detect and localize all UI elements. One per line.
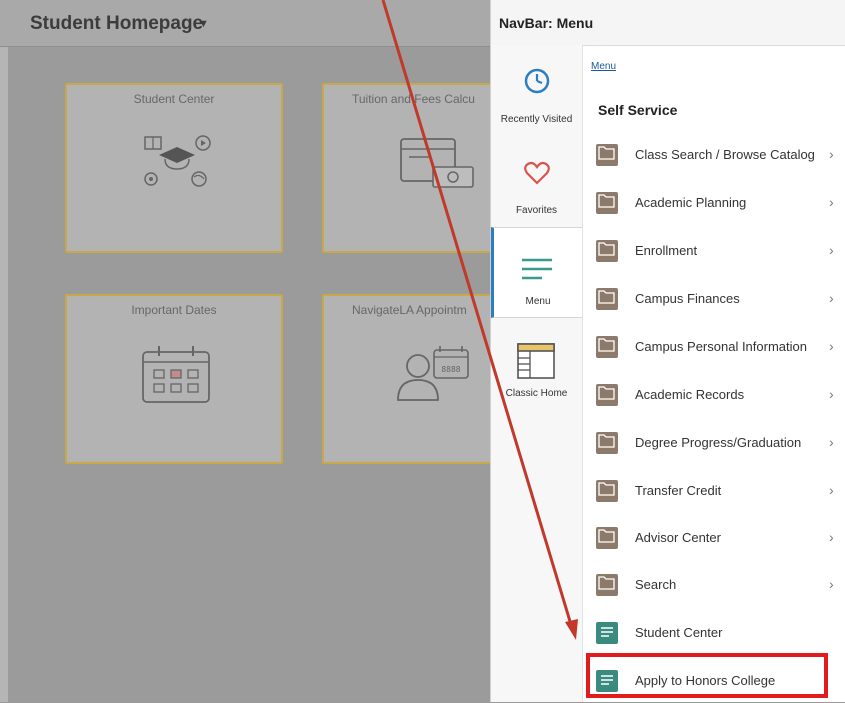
menu-item-label: Student Center bbox=[635, 625, 723, 640]
tuition-calculator-icon bbox=[400, 138, 474, 188]
svg-text:8888: 8888 bbox=[441, 365, 460, 374]
menu-item-campus-personal-information[interactable]: Campus Personal Information › bbox=[583, 325, 845, 369]
menu-item-label: Academic Planning bbox=[635, 195, 747, 210]
menu-item-search[interactable]: Search › bbox=[583, 563, 845, 607]
tile-important-dates[interactable]: Important Dates bbox=[65, 294, 283, 464]
student-center-icon bbox=[144, 135, 211, 187]
caret-down-icon[interactable]: ▼ bbox=[198, 18, 209, 30]
tile-tuition-fees[interactable]: Tuition and Fees Calcu bbox=[322, 83, 492, 253]
folder-icon bbox=[596, 432, 618, 454]
menu-item-degree-progress[interactable]: Degree Progress/Graduation › bbox=[583, 421, 845, 465]
folder-icon bbox=[596, 527, 618, 549]
folder-icon bbox=[596, 240, 618, 262]
chevron-right-icon: › bbox=[829, 146, 834, 162]
page-icon bbox=[596, 670, 618, 692]
menu-item-academic-planning[interactable]: Academic Planning › bbox=[583, 181, 845, 225]
tab-classic-home[interactable]: Classic Home bbox=[491, 318, 582, 409]
menu-item-class-search[interactable]: Class Search / Browse Catalog › bbox=[583, 133, 845, 177]
folder-icon bbox=[596, 288, 618, 310]
tile-title: Tuition and Fees Calcu bbox=[352, 92, 475, 106]
chevron-right-icon: › bbox=[829, 194, 834, 210]
navbar-title: NavBar: Menu bbox=[499, 15, 594, 31]
tile-title: NavigateLA Appointm bbox=[352, 303, 467, 317]
menu-item-campus-finances[interactable]: Campus Finances › bbox=[583, 277, 845, 321]
navbar-tabs: Recently Visited Favorites Menu Classic … bbox=[491, 45, 583, 702]
navbar-panel: NavBar: Menu Recently Visited Favorites … bbox=[490, 0, 845, 702]
menu-item-label: Search bbox=[635, 577, 677, 592]
clock-icon bbox=[524, 68, 550, 94]
menu-item-apply-honors-college[interactable]: Apply to Honors College bbox=[583, 659, 845, 703]
menu-item-academic-records[interactable]: Academic Records › bbox=[583, 373, 845, 417]
menu-item-advisor-center[interactable]: Advisor Center › bbox=[583, 516, 845, 560]
chevron-right-icon: › bbox=[829, 386, 834, 402]
tile-navigatela[interactable]: NavigateLA Appointm 8888 bbox=[322, 294, 492, 464]
page-icon bbox=[596, 622, 618, 644]
folder-icon bbox=[596, 384, 618, 406]
menu-item-label: Enrollment bbox=[635, 243, 698, 258]
page-title[interactable]: Student Homepage bbox=[30, 13, 203, 35]
calendar-icon bbox=[142, 346, 210, 403]
folder-icon bbox=[596, 144, 618, 166]
tab-label: Favorites bbox=[515, 205, 558, 216]
breadcrumb-menu[interactable]: Menu bbox=[591, 61, 616, 72]
menu-item-label: Class Search / Browse Catalog bbox=[635, 147, 815, 162]
menu-item-student-center[interactable]: Student Center bbox=[583, 611, 845, 655]
chevron-right-icon: › bbox=[829, 576, 834, 592]
menu-item-label: Advisor Center bbox=[635, 530, 721, 545]
chevron-right-icon: › bbox=[829, 434, 834, 450]
tab-favorites[interactable]: Favorites bbox=[491, 136, 582, 227]
menu-item-label: Apply to Honors College bbox=[635, 673, 776, 688]
menu-item-transfer-credit[interactable]: Transfer Credit › bbox=[583, 469, 845, 513]
chevron-right-icon: › bbox=[829, 242, 834, 258]
section-title: Self Service bbox=[598, 102, 678, 118]
chevron-right-icon: › bbox=[829, 482, 834, 498]
appointment-icon: 8888 bbox=[397, 346, 469, 401]
folder-icon bbox=[596, 480, 618, 502]
heart-icon bbox=[524, 161, 550, 185]
menu-item-label: Academic Records bbox=[635, 387, 745, 402]
menu-item-label: Campus Personal Information bbox=[635, 339, 807, 354]
chevron-right-icon: › bbox=[829, 338, 834, 354]
tile-title: Important Dates bbox=[131, 303, 217, 317]
folder-icon bbox=[596, 574, 618, 596]
chevron-right-icon: › bbox=[829, 529, 834, 545]
homepage-header: Student Homepage ▼ bbox=[0, 0, 490, 47]
classic-home-icon bbox=[517, 343, 555, 379]
tab-recently-visited[interactable]: Recently Visited bbox=[491, 45, 582, 136]
tab-label: Classic Home bbox=[505, 388, 568, 399]
tile-student-center[interactable]: Student Center bbox=[65, 83, 283, 253]
navbar-header: NavBar: Menu bbox=[491, 0, 845, 46]
chevron-right-icon: › bbox=[829, 290, 834, 306]
menu-item-label: Transfer Credit bbox=[635, 483, 722, 498]
menu-lines-icon bbox=[522, 258, 552, 280]
tab-label: Recently Visited bbox=[500, 114, 573, 125]
menu-item-label: Campus Finances bbox=[635, 291, 740, 306]
tile-title: Student Center bbox=[133, 92, 215, 106]
tab-menu[interactable]: Menu bbox=[491, 227, 582, 318]
menu-content: Menu Self Service Class Search / Browse … bbox=[583, 45, 845, 702]
menu-item-enrollment[interactable]: Enrollment › bbox=[583, 229, 845, 273]
menu-item-label: Degree Progress/Graduation bbox=[635, 435, 802, 450]
folder-icon bbox=[596, 192, 618, 214]
folder-icon bbox=[596, 336, 618, 358]
tab-label: Menu bbox=[525, 296, 551, 307]
